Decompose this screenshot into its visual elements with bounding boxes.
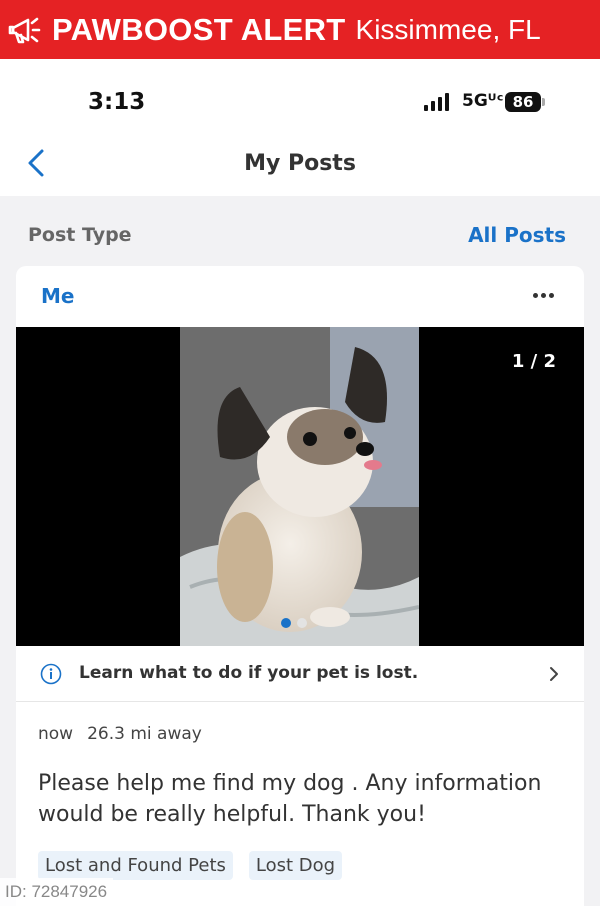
alert-banner: PAWBOOST ALERT Kissimmee, FL xyxy=(0,0,600,59)
info-icon xyxy=(40,663,62,685)
page-title: My Posts xyxy=(244,151,356,176)
gallery-pagination[interactable] xyxy=(281,618,307,628)
post-type-filter: Post Type All Posts xyxy=(0,196,600,266)
brand-name: PAWBOOST ALERT xyxy=(52,11,346,47)
tag-lost-and-found-pets[interactable]: Lost and Found Pets xyxy=(38,851,233,880)
post-type-label: Post Type xyxy=(28,224,132,246)
all-posts-selector[interactable]: All Posts xyxy=(468,223,566,247)
post-description: Please help me find my dog . Any informa… xyxy=(38,771,542,827)
status-time: 3:13 xyxy=(88,89,146,115)
location-label: Kissimmee, FL xyxy=(355,13,541,45)
post-header: Me xyxy=(16,266,584,327)
nav-bar: My Posts xyxy=(0,130,600,196)
network-type: 5Gᵁᶜ xyxy=(462,91,504,111)
more-horizontal-icon[interactable] xyxy=(533,293,554,298)
post-tags: Lost and Found Pets Lost Dog xyxy=(38,851,343,880)
learn-lost-pet-link[interactable]: Learn what to do if your pet is lost. xyxy=(16,646,584,702)
photo-gallery[interactable]: 1 / 2 xyxy=(16,327,584,646)
page-dot-active xyxy=(281,618,291,628)
signal-icon xyxy=(424,93,449,111)
post-author[interactable]: Me xyxy=(41,284,74,308)
id-label: ID: 72847926 xyxy=(0,878,114,906)
dog-photo xyxy=(180,327,419,646)
gallery-counter: 1 / 2 xyxy=(511,351,556,372)
page-dot xyxy=(297,618,307,628)
tag-lost-dog[interactable]: Lost Dog xyxy=(248,851,343,880)
chevron-right-icon xyxy=(548,664,560,684)
post-meta: now 26.3 mi away xyxy=(38,724,202,744)
megaphone-icon xyxy=(0,0,52,59)
battery-level: 86 xyxy=(512,93,534,111)
battery-icon: 86 xyxy=(505,92,541,112)
post-card: Me 1 / 2 Learn what to do if your pet is… xyxy=(16,266,584,906)
post-time: now xyxy=(38,724,74,744)
learn-text: Learn what to do if your pet is lost. xyxy=(79,663,419,683)
battery-cap xyxy=(542,98,545,106)
post-distance: 26.3 mi away xyxy=(87,724,202,744)
